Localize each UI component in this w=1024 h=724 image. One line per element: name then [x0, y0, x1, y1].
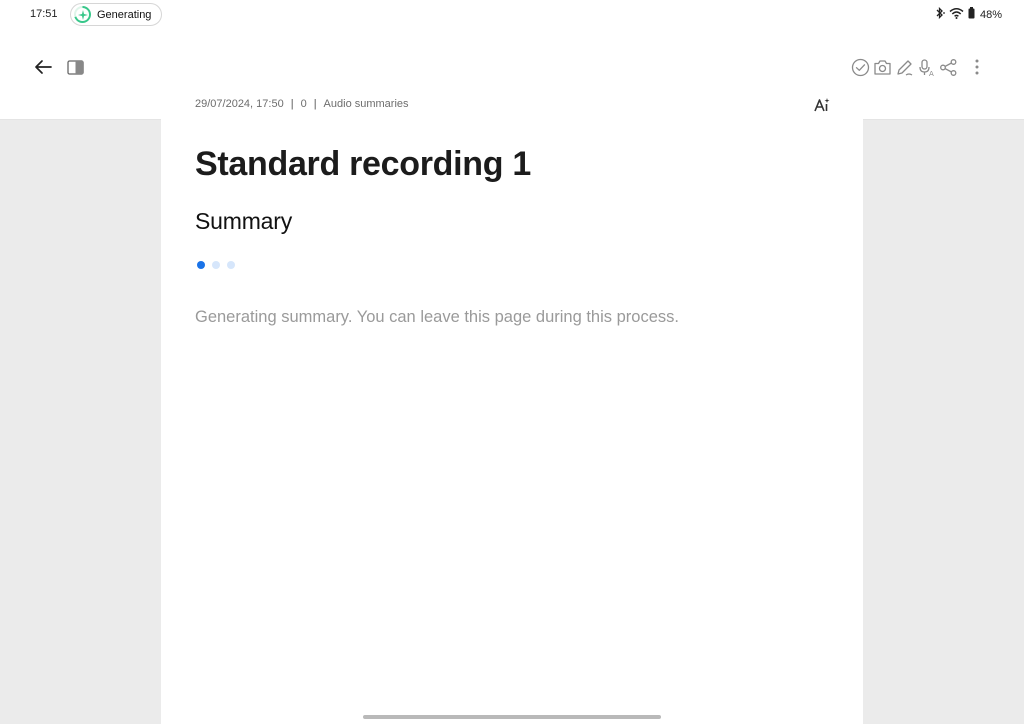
pen-icon — [896, 59, 912, 76]
system-icons: 48% — [935, 6, 1002, 24]
note-count: 0 — [300, 98, 307, 110]
note-timestamp: 29/07/2024, 17:50 — [195, 98, 284, 110]
status-time: 17:51 — [30, 8, 58, 20]
loading-dot — [227, 261, 235, 269]
meta-separator: | — [290, 98, 294, 110]
ai-assist-button[interactable] — [813, 95, 831, 113]
sidebar-toggle-icon — [66, 59, 84, 75]
note-category[interactable]: Audio summaries — [324, 98, 409, 110]
status-bar: 17:51 Generating 48% — [0, 0, 1024, 30]
note-title[interactable]: Standard recording 1 — [195, 145, 531, 184]
svg-text:A: A — [929, 70, 934, 77]
share-icon — [939, 58, 956, 76]
camera-button[interactable] — [872, 57, 892, 77]
wifi-icon — [949, 6, 964, 24]
mic-transcribe-icon: A — [918, 58, 934, 77]
loading-indicator — [197, 261, 235, 269]
summary-heading: Summary — [195, 208, 293, 234]
toolbar: A — [0, 44, 1024, 90]
note-page: Standard recording 1 Summary Generating … — [161, 119, 863, 724]
generating-label: Generating — [97, 8, 152, 21]
meta-separator: | — [313, 98, 317, 110]
home-indicator[interactable] — [363, 715, 661, 719]
transcribe-button[interactable]: A — [916, 57, 936, 77]
loading-dot-active — [197, 261, 205, 269]
battery-icon — [968, 6, 975, 24]
pen-button[interactable] — [894, 57, 914, 77]
ai-sparkle-icon — [814, 97, 830, 111]
battery-percent: 48% — [979, 9, 1002, 21]
check-circle-icon — [851, 58, 869, 76]
loading-dot — [212, 261, 220, 269]
arrow-left-icon — [35, 60, 52, 74]
check-button[interactable] — [850, 57, 870, 77]
back-button[interactable] — [32, 56, 54, 78]
more-button[interactable] — [968, 57, 986, 77]
generating-pill[interactable]: Generating — [70, 3, 162, 26]
share-button[interactable] — [938, 57, 958, 77]
bluetooth-icon — [935, 6, 945, 24]
camera-icon — [873, 59, 891, 75]
progress-message: Generating summary. You can leave this p… — [195, 308, 679, 326]
note-meta: 29/07/2024, 17:50 | 0 | Audio summaries — [195, 97, 409, 111]
more-vertical-icon — [975, 59, 979, 75]
spark-icon — [74, 6, 91, 23]
sidebar-toggle-button[interactable] — [66, 58, 84, 76]
